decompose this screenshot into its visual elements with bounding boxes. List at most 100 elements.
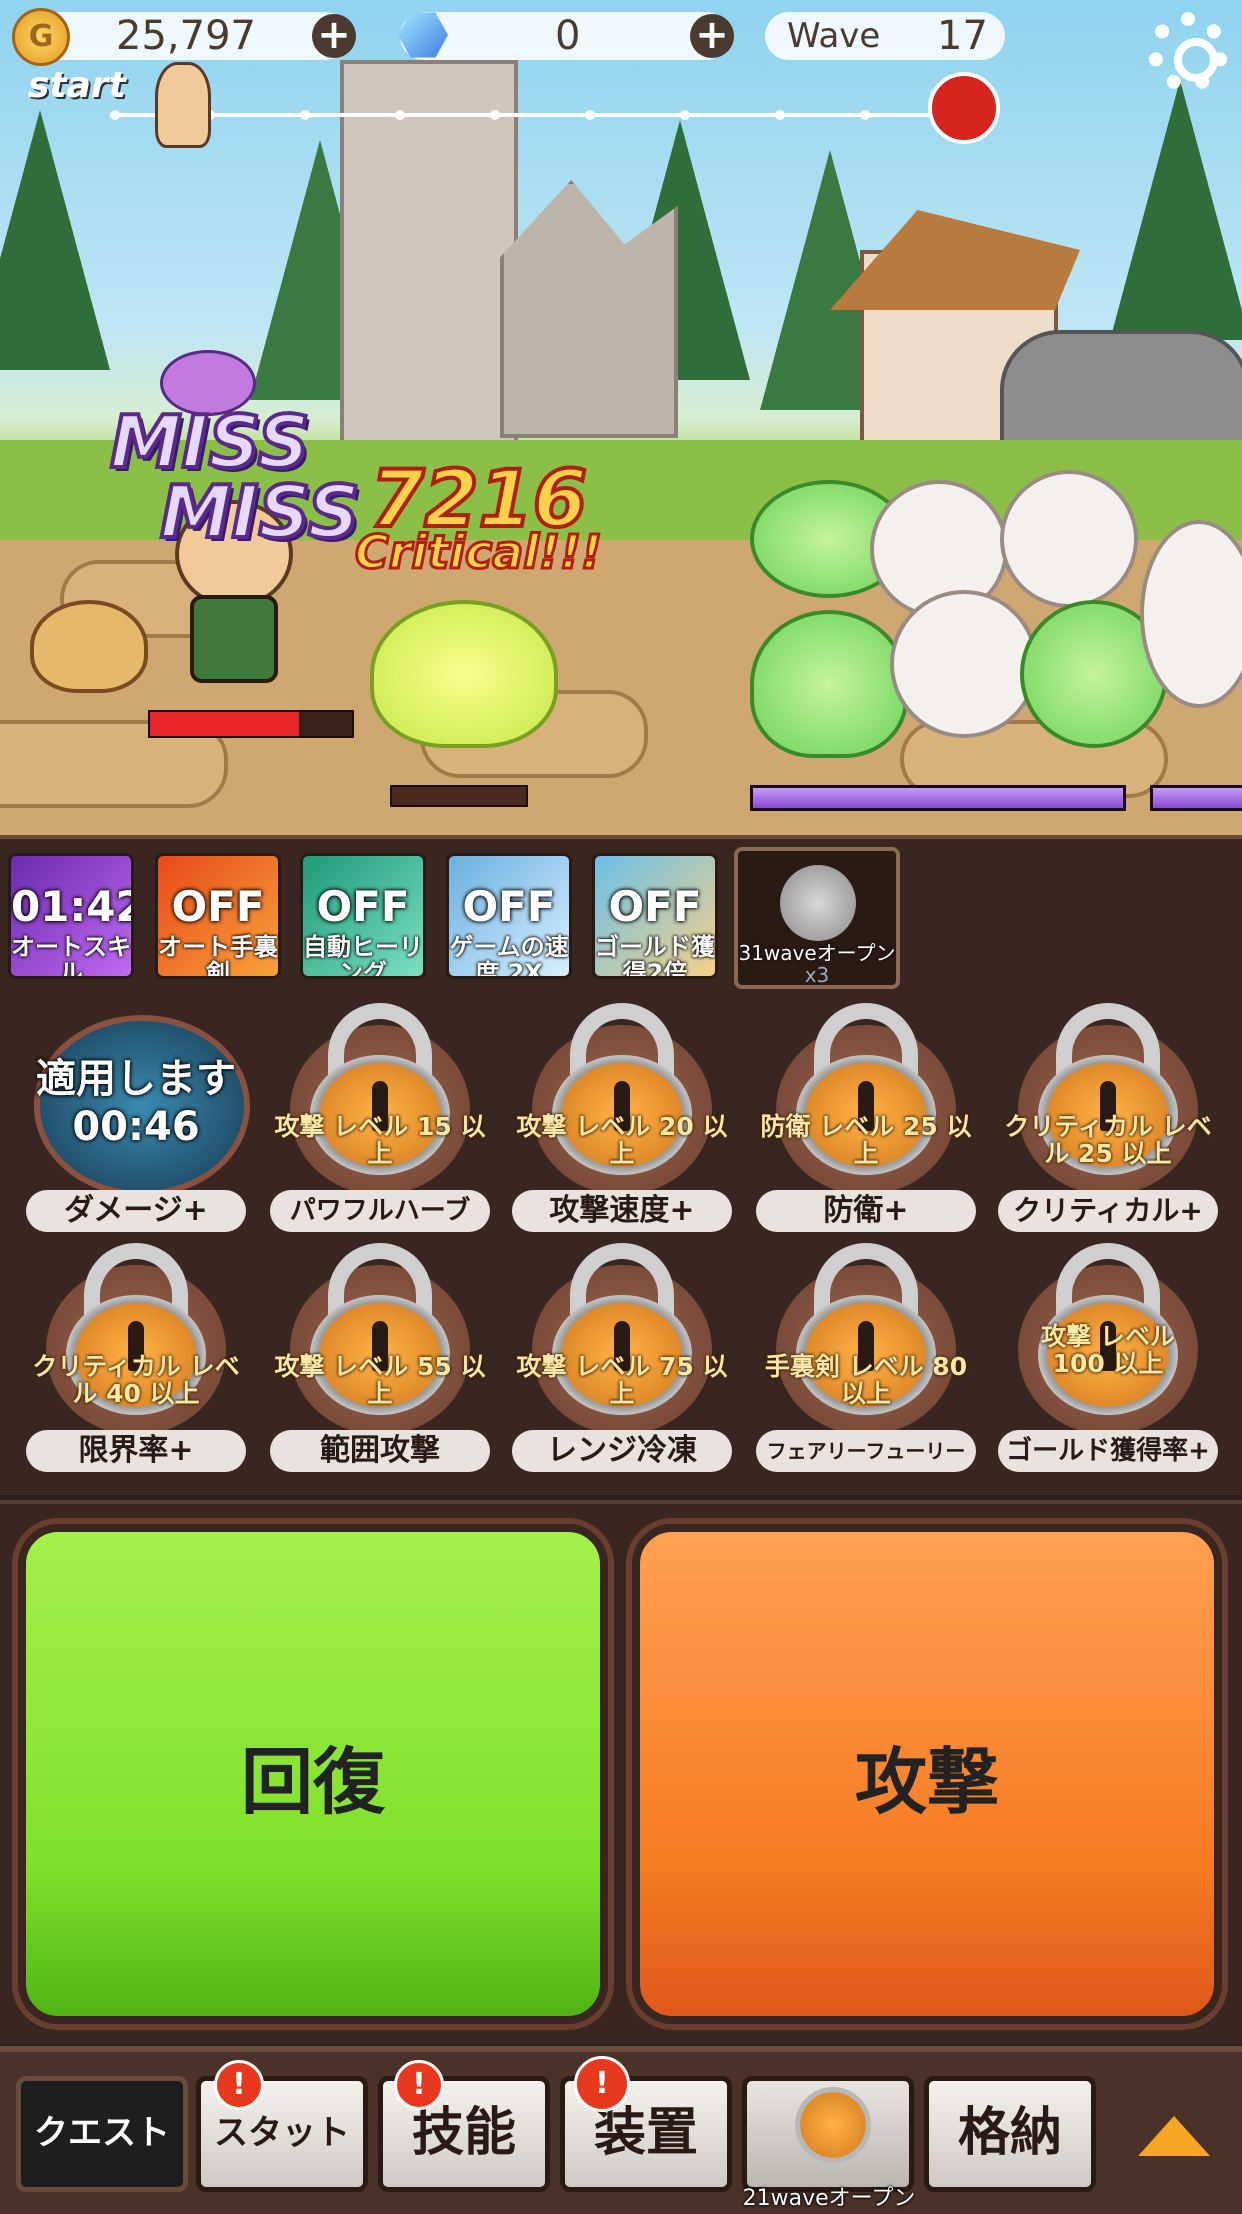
gold-amount: 25,797	[116, 13, 256, 59]
nav-locked-label: 21waveオープン	[742, 2186, 916, 2211]
upgrade-requirement: クリティカル レベル 25 以上	[1004, 1112, 1212, 1168]
upgrade-requirement: 攻撃 レベル 20 以上	[516, 1112, 728, 1168]
upgrade-label: 限界率+	[26, 1430, 246, 1472]
upgrade-attack-speed[interactable]: 攻撃 レベル 20 以上 攻撃速度+	[512, 995, 732, 1232]
horde-hp-bar	[750, 785, 1126, 811]
wave-progress-track	[110, 113, 950, 117]
wave-label: Wave	[787, 16, 881, 56]
hero-progress-marker-icon	[155, 62, 211, 148]
hero-hp-bar	[148, 710, 354, 738]
critical-text: Critical!!!	[354, 524, 604, 581]
gem-amount: 0	[555, 13, 581, 59]
upgrade-label: クリティカル+	[998, 1190, 1218, 1232]
upgrade-label: 範囲攻撃	[270, 1430, 490, 1472]
upgrade-grid: 適用します00:46 ダメージ+ 攻撃 レベル 15 以上 パワフルハーブ 攻撃…	[0, 995, 1242, 1495]
upgrade-area-attack[interactable]: 攻撃 レベル 55 以上 範囲攻撃	[270, 1235, 490, 1472]
upgrade-label: パワフルハーブ	[270, 1190, 490, 1232]
upgrade-defense[interactable]: 防衛 レベル 25 以上 防衛+	[756, 995, 976, 1232]
progress-dot	[490, 110, 500, 120]
progress-dot	[300, 110, 310, 120]
progress-dot	[585, 110, 595, 120]
double-gold-status: OFF	[608, 882, 702, 931]
slime-enemy	[750, 610, 908, 758]
nav-locked[interactable]	[742, 2076, 914, 2192]
wave-indicator: Wave 17	[765, 12, 1005, 60]
enemy-hp-bar	[390, 785, 528, 807]
miss-popup: MISS	[158, 468, 362, 556]
devil-icon	[928, 72, 1000, 144]
auto-skill-timer: 01:42	[11, 882, 134, 931]
auto-skill-slot[interactable]: 01:42 オートスキル	[8, 853, 134, 979]
auto-skill-bar: 01:42 オートスキル OFF オート手裏剣 OFF 自動ヒーリング OFF …	[0, 835, 1242, 999]
double-gold-slot[interactable]: OFF ゴールド獲得2倍	[592, 853, 718, 979]
upgrade-label: フェアリーフューリー	[756, 1430, 976, 1472]
locked-slot[interactable]: 31waveオープン x3	[734, 847, 900, 989]
gold-coin-icon: G	[12, 8, 70, 66]
upgrade-requirement: 攻撃 レベル 55 以上	[274, 1352, 486, 1408]
game-speed-label: ゲームの速度 2X	[449, 933, 569, 979]
game-speed-slot[interactable]: OFF ゲームの速度 2X	[446, 853, 572, 979]
add-gem-button[interactable]: +	[690, 14, 734, 58]
progress-dot	[110, 110, 120, 120]
progress-start-label: start	[28, 65, 126, 106]
tree-decoration	[0, 110, 110, 370]
horde-hp-bar-extra	[1150, 785, 1242, 811]
locked-slot-label: 31waveオープン	[738, 941, 896, 965]
pet-cat	[30, 600, 148, 693]
auto-skill-label: オートスキル	[11, 933, 131, 979]
bottom-nav: クエスト スタット ! 技能 ! 装置 ! 21waveオープン 格納	[0, 2046, 1242, 2214]
upgrade-requirement: 攻撃 レベル 100 以上	[1041, 1322, 1175, 1378]
double-gold-label: ゴールド獲得2倍	[595, 933, 715, 979]
upgrade-critical[interactable]: クリティカル レベル 25 以上 クリティカル+	[998, 995, 1218, 1232]
upgrade-label: 防衛+	[756, 1190, 976, 1232]
upgrade-requirement: 防衛 レベル 25 以上	[760, 1112, 972, 1168]
expand-up-arrow-icon[interactable]	[1138, 2116, 1210, 2156]
upgrade-requirement: クリティカル レベル 40 以上	[32, 1352, 240, 1408]
furball-enemy	[890, 590, 1038, 738]
upgrade-requirement: 攻撃 レベル 15 以上	[274, 1112, 486, 1168]
auto-shuriken-status: OFF	[171, 882, 265, 931]
auto-shuriken-slot[interactable]: OFF オート手裏剣	[155, 853, 281, 979]
lock-icon	[780, 865, 856, 941]
heal-button[interactable]: 回復	[18, 1524, 608, 2024]
progress-dot	[680, 110, 690, 120]
lock-icon	[795, 2087, 871, 2163]
add-gold-button[interactable]: +	[312, 14, 356, 58]
upgrade-damage[interactable]: 適用します00:46 ダメージ+	[26, 995, 250, 1232]
equipment-alert-badge: !	[574, 2056, 630, 2112]
upgrade-label: レンジ冷凍	[512, 1430, 732, 1472]
slime-enemy-hit	[370, 600, 558, 748]
auto-shuriken-label: オート手裏剣	[158, 933, 278, 979]
upgrade-requirement: 攻撃 レベル 75 以上	[516, 1352, 728, 1408]
auto-healing-label: 自動ヒーリング	[303, 933, 423, 979]
nav-quest[interactable]: クエスト	[16, 2076, 188, 2192]
progress-dot	[860, 110, 870, 120]
upgrade-powerful-herb[interactable]: 攻撃 レベル 15 以上 パワフルハーブ	[270, 995, 490, 1232]
upgrade-label: 攻撃速度+	[512, 1190, 732, 1232]
battle-scene: MISS MISS 7216 Critical!!! 25,797 G + 0 …	[0, 0, 1242, 835]
progress-dot	[395, 110, 405, 120]
skills-alert-badge: !	[394, 2060, 444, 2110]
upgrade-gold-rate[interactable]: 攻撃 レベル 100 以上 ゴールド獲得率+	[998, 1235, 1218, 1472]
furball-enemy	[1000, 470, 1138, 608]
action-button-area: 回復 攻撃	[0, 1500, 1242, 2044]
locked-slot-count: x3	[804, 963, 830, 987]
nav-storage[interactable]: 格納	[924, 2076, 1096, 2192]
game-speed-status: OFF	[462, 882, 556, 931]
upgrade-label: ダメージ+	[26, 1190, 246, 1232]
upgrade-timer: 適用します00:46	[36, 1056, 236, 1150]
gem-counter: 0	[400, 12, 730, 60]
upgrade-fairy-fury[interactable]: 手裏剣 レベル 80 以上 フェアリーフューリー	[756, 1235, 976, 1472]
wave-number: 17	[937, 13, 988, 59]
upgrade-label: ゴールド獲得率+	[998, 1430, 1218, 1472]
upgrade-limit-rate[interactable]: クリティカル レベル 40 以上 限界率+	[26, 1235, 246, 1472]
attack-button[interactable]: 攻撃	[632, 1524, 1222, 2024]
settings-gear-icon[interactable]	[1148, 12, 1228, 92]
upgrade-range-freeze[interactable]: 攻撃 レベル 75 以上 レンジ冷凍	[512, 1235, 732, 1472]
progress-dot	[775, 110, 785, 120]
upgrade-requirement: 手裏剣 レベル 80 以上	[764, 1352, 968, 1408]
tree-decoration	[1110, 80, 1242, 340]
stats-alert-badge: !	[214, 2060, 264, 2110]
auto-healing-slot[interactable]: OFF 自動ヒーリング	[300, 853, 426, 979]
auto-healing-status: OFF	[316, 882, 410, 931]
